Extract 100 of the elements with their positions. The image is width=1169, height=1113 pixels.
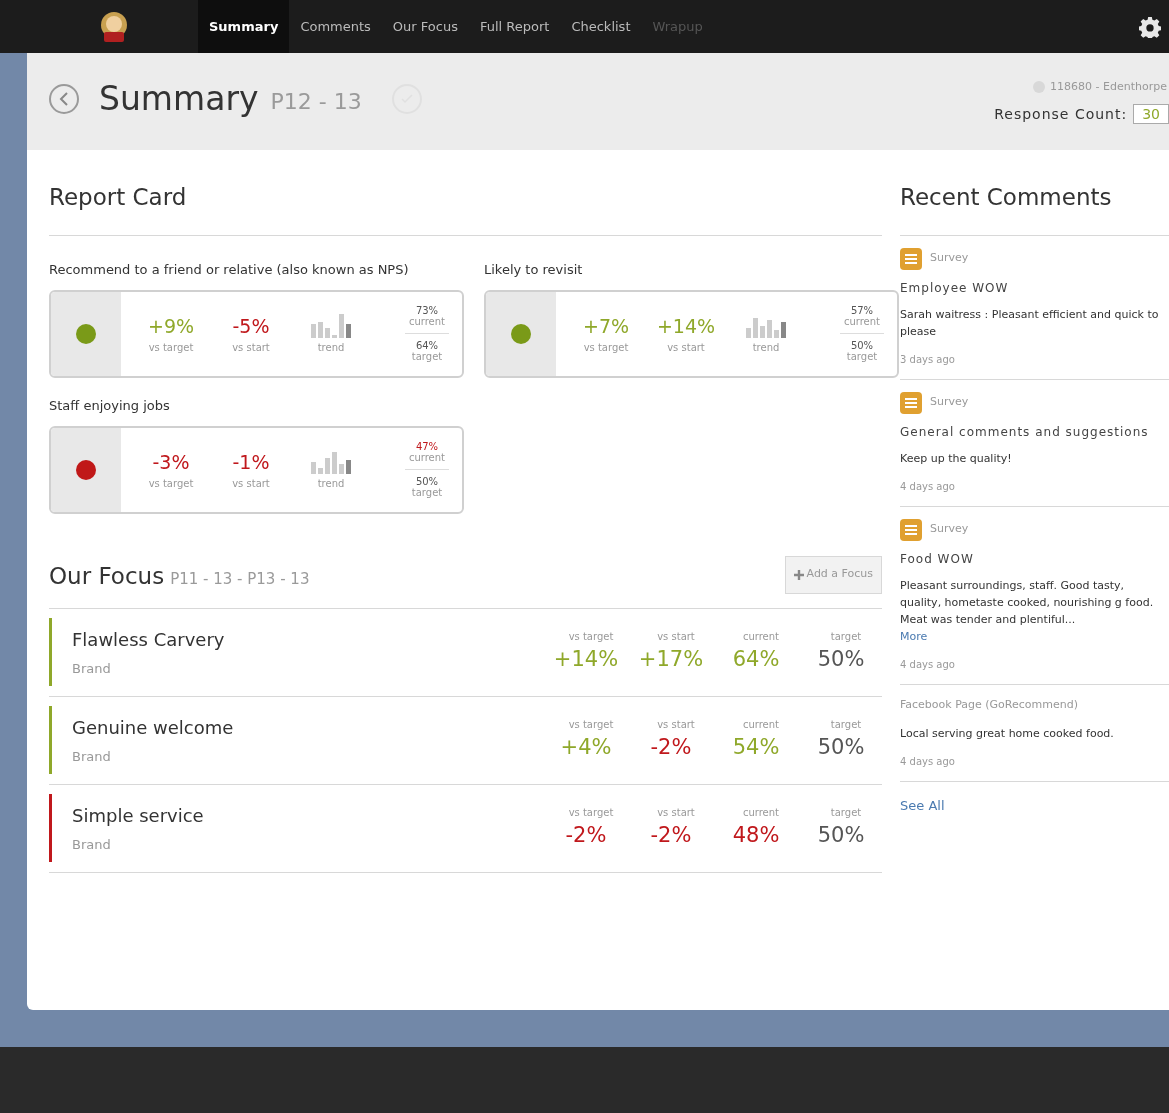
period-label: P12 - 13 xyxy=(270,88,362,116)
comment-text: Local serving great home cooked food. xyxy=(900,727,1114,740)
metric-value: -3% xyxy=(152,449,190,475)
metric-caption: vs start xyxy=(232,341,270,356)
metric-caption: current xyxy=(404,316,450,334)
current-value: 57% xyxy=(850,305,874,316)
current-value: 47% xyxy=(415,441,439,452)
metric-value: 50% xyxy=(816,733,866,761)
nav-tab[interactable]: Checklist xyxy=(560,0,642,53)
metric-label: Recommend to a friend or relative (also known as NPS) xyxy=(49,260,410,279)
comment-source: Facebook Page (GoRecommend) xyxy=(900,696,1079,713)
metric-caption: trend xyxy=(317,477,345,491)
metric-caption: vs start xyxy=(656,717,696,732)
metric-value: 48% xyxy=(731,821,781,849)
metric-caption: target xyxy=(829,629,863,644)
plus-icon xyxy=(793,569,804,580)
metric-caption: target xyxy=(411,351,443,362)
comment-time: 4 days ago xyxy=(900,755,956,769)
nav-tab[interactable]: Our Focus xyxy=(381,0,469,53)
back-chevron-icon xyxy=(59,91,69,106)
metric-caption: target xyxy=(411,487,443,498)
metric-caption: vs target xyxy=(567,629,615,644)
section-title: Our Focus xyxy=(49,562,165,591)
settings-icon[interactable] xyxy=(1139,15,1161,38)
nav-tab[interactable]: Full Report xyxy=(468,0,561,53)
metric-caption: target xyxy=(829,717,863,732)
current-value: 73% xyxy=(415,305,439,316)
metric-caption: vs start xyxy=(656,805,696,820)
comment-time: 4 days ago xyxy=(900,657,956,672)
metric-caption: target xyxy=(829,805,863,820)
metric-caption: vs start xyxy=(656,629,696,644)
metric-value: 50% xyxy=(816,821,866,849)
comment-source: Survey xyxy=(930,250,969,267)
page-title: Summary xyxy=(99,77,259,120)
metric-value: -1% xyxy=(232,449,270,475)
metric-value: +9% xyxy=(147,313,195,339)
metric-caption: current xyxy=(839,316,885,334)
more-link[interactable]: More xyxy=(900,629,928,643)
trend-sparkline xyxy=(311,312,351,338)
comment-text: Pleasant surroundings, staff. Good tasty, quality, hometaste cooked, nourishing g food. Meat was tender and plentiful... xyxy=(900,578,1154,626)
mascot-logo-icon[interactable] xyxy=(99,9,129,44)
metric-value: +14% xyxy=(656,313,716,339)
metric-value: -2% xyxy=(564,821,608,849)
comment-text: Keep up the quality! xyxy=(900,451,1012,465)
comment-source: Survey xyxy=(930,394,969,411)
target-value: 50% xyxy=(415,475,439,487)
metric-value: +7% xyxy=(582,313,630,339)
metric-label: Staff enjoying jobs xyxy=(49,396,171,415)
response-count-value: 30 xyxy=(1133,104,1169,124)
metric-caption: current xyxy=(404,452,450,470)
focus-category: Brand xyxy=(72,835,112,854)
metric-caption: vs target xyxy=(567,805,615,820)
metric-caption: trend xyxy=(752,341,780,355)
focus-name: Simple service xyxy=(72,803,204,828)
metric-value: 50% xyxy=(816,645,866,673)
metric-value: +17% xyxy=(637,645,705,673)
metric-caption: vs target xyxy=(567,717,615,732)
back-button[interactable] xyxy=(49,83,79,114)
metric-value: +14% xyxy=(552,645,620,673)
focus-name: Genuine welcome xyxy=(72,715,234,740)
metric-caption: trend xyxy=(317,341,345,355)
nav-tab[interactable]: Comments xyxy=(289,0,382,53)
metric-value: -2% xyxy=(649,821,693,849)
metric-caption: vs start xyxy=(232,477,270,492)
metric-label: Likely to revisit xyxy=(484,260,584,279)
metric-caption: vs target xyxy=(148,341,194,356)
metric-value: 64% xyxy=(731,645,781,673)
metric-value: 54% xyxy=(731,733,781,761)
list-icon xyxy=(900,391,922,414)
target-value: 50% xyxy=(850,339,874,351)
metric-value: +4% xyxy=(559,733,613,761)
metric-caption: current xyxy=(741,629,781,644)
section-title: Report Card xyxy=(49,150,882,236)
focus-category: Brand xyxy=(72,659,112,678)
focus-category: Brand xyxy=(72,747,112,766)
metric-caption: current xyxy=(741,717,781,732)
site-label: 118680 - Edenthorpe xyxy=(1050,79,1167,95)
see-all-link[interactable]: See All xyxy=(900,782,1169,816)
metric-value: -2% xyxy=(649,733,693,761)
focus-name: Flawless Carvery xyxy=(72,627,225,652)
metric-caption: target xyxy=(846,351,878,362)
comment-title: Food WOW xyxy=(900,550,975,568)
comment-title: General comments and suggestions xyxy=(900,423,1150,441)
list-icon xyxy=(900,518,922,541)
comment-text: Sarah waitress : Pleasant efficient and quick to please xyxy=(900,307,1159,338)
nav-tab[interactable]: Summary xyxy=(198,0,290,53)
section-title: Recent Comments xyxy=(900,150,1169,236)
comment-time: 4 days ago xyxy=(900,479,956,494)
comment-time: 3 days ago xyxy=(900,352,956,367)
response-count-label: Response Count: xyxy=(994,104,1128,124)
comment-title: Employee WOW xyxy=(900,279,1010,297)
period-label: P11 - 13 - P13 - 13 xyxy=(170,569,310,590)
target-value: 64% xyxy=(415,339,439,351)
metric-caption: vs start xyxy=(667,341,705,356)
metric-caption: vs target xyxy=(583,341,629,356)
metric-value: -5% xyxy=(232,313,270,339)
metric-caption: vs target xyxy=(148,477,194,492)
metric-caption: current xyxy=(741,805,781,820)
list-icon xyxy=(900,247,922,270)
comment-source: Survey xyxy=(930,521,969,538)
